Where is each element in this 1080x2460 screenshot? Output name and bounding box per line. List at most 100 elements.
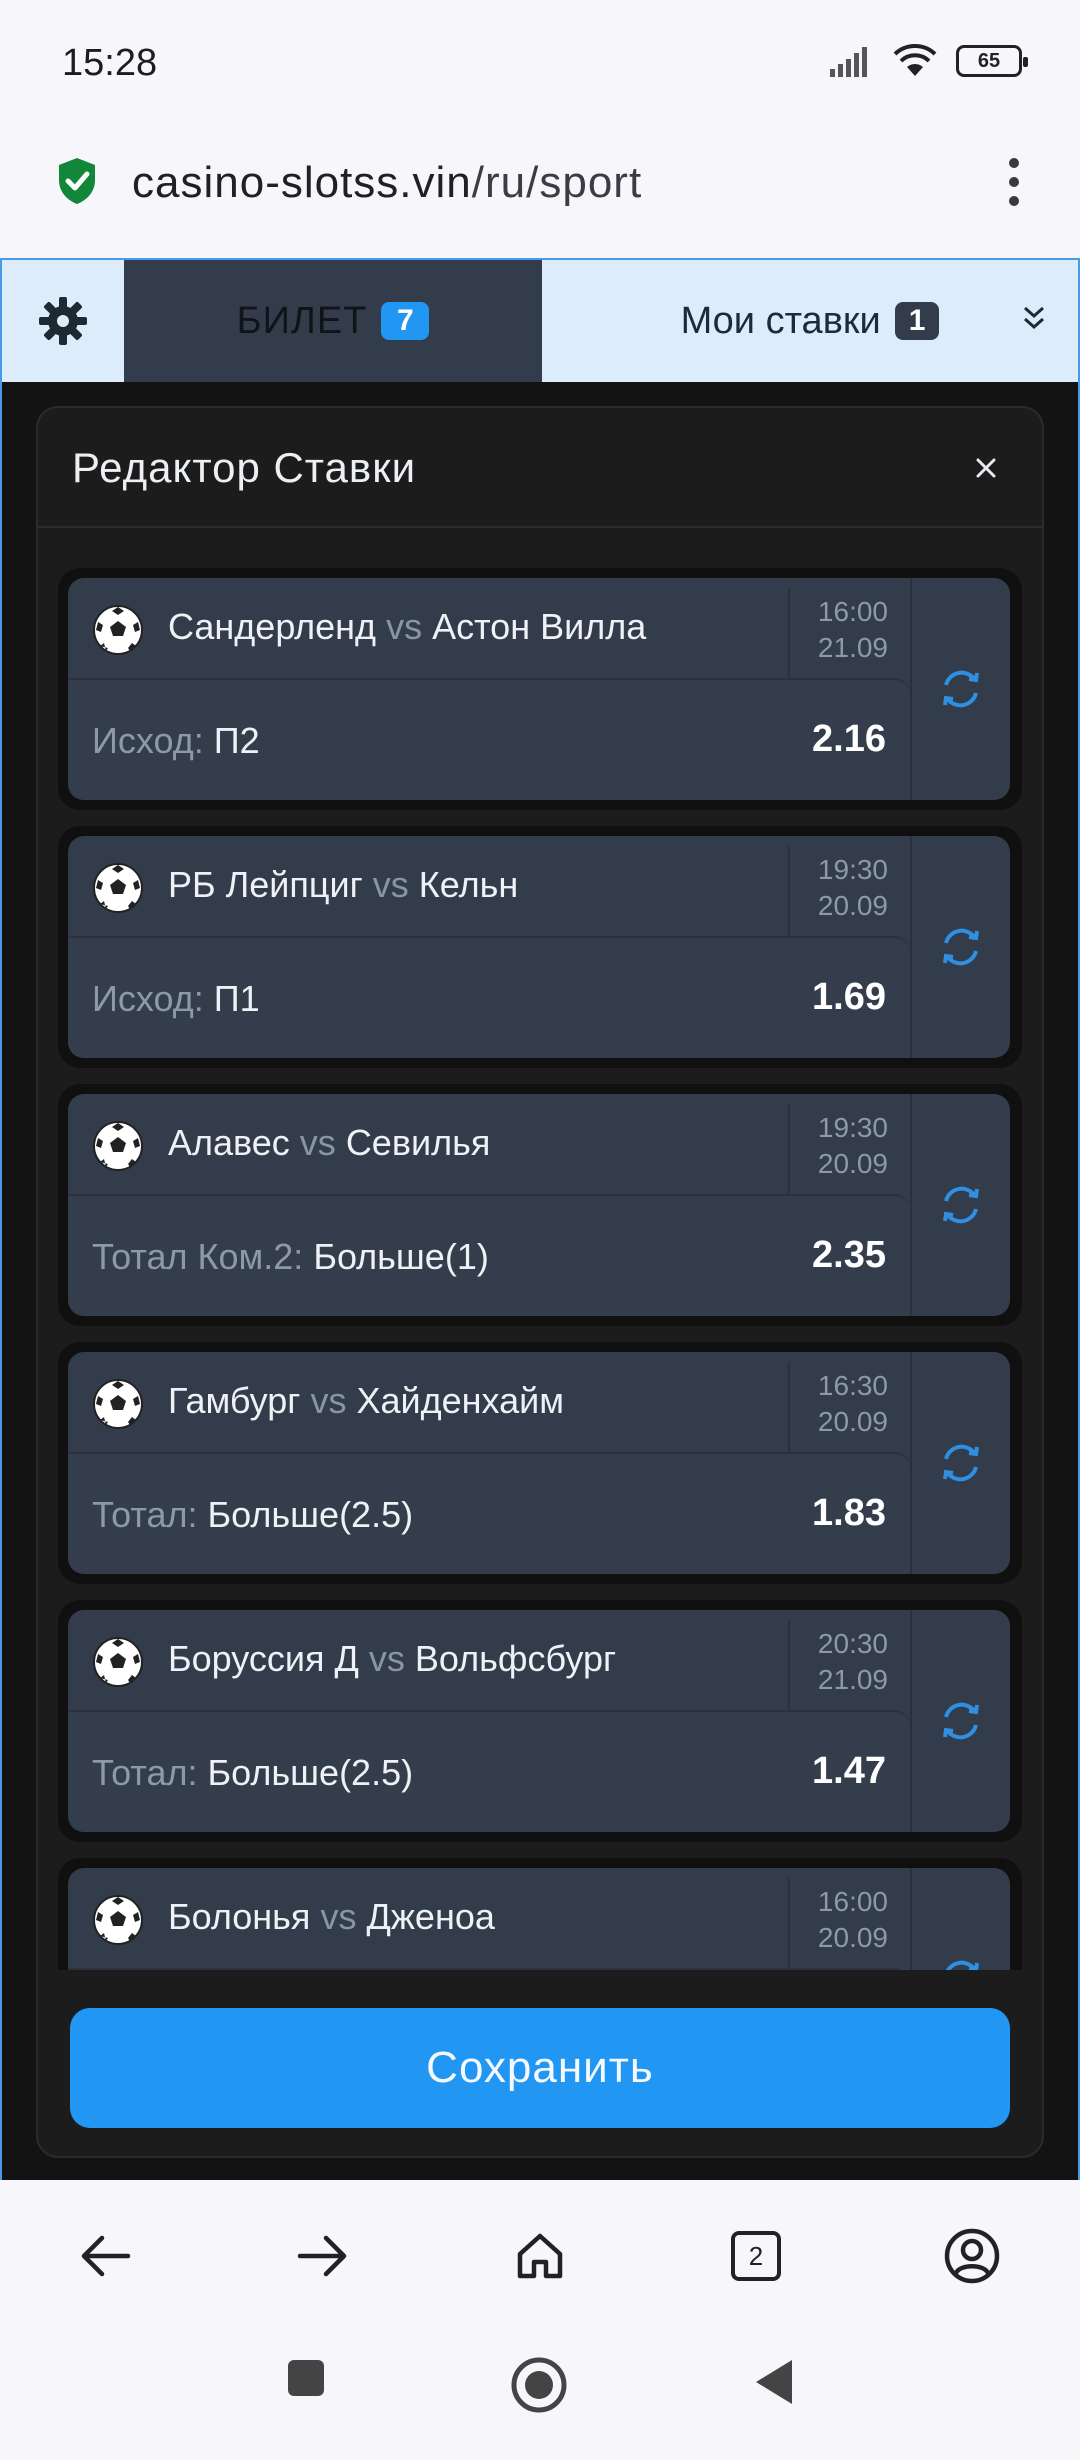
bet-card: Сандерленд vs Астон Вилла 16:00 21.09 Исх… [58,568,1022,810]
match-datetime: 19:30 20.09 [788,1104,910,1194]
settings-button[interactable] [2,260,124,382]
bet-selection-row[interactable]: Тотал: Больше(2.5) 1.83 [68,1452,910,1574]
home-button[interactable] [510,2226,570,2286]
match-teams: Алавес vs Севилья [168,1122,490,1164]
odds-value: 1.47 [812,1750,886,1792]
refresh-button[interactable] [910,836,1010,1058]
tabs-button[interactable]: 2 [726,2226,786,2286]
status-time: 15:28 [62,42,158,84]
match-time: 16:00 [817,596,888,627]
refresh-icon [943,1702,979,1740]
menu-icon[interactable] [1008,158,1020,206]
match-teams: Боруссия Д vs Вольфсбург [168,1638,616,1680]
match-time: 16:00 [817,1886,888,1917]
away-team: Кельн [418,864,519,905]
refresh-button[interactable] [910,1352,1010,1574]
home-team: Гамбург [168,1380,301,1421]
match-date: 20.09 [817,890,888,921]
vs-separator: vs [368,1638,405,1679]
bet-selection-row[interactable]: Исход: П1 1.69 [68,936,910,1058]
market: Тотал: Больше(2.5) [92,1752,413,1794]
account-icon [944,2228,1000,2284]
selection: Больше(2.5) [207,1494,414,1535]
url-path: /ru/sport [471,158,643,207]
soccer-ball-icon [93,1379,143,1429]
tab-my-bets-label: Мои ставки [680,299,881,342]
market: Тотал: Больше(2.5) [92,1494,413,1536]
bet-selection-row[interactable] [68,1968,910,1970]
refresh-button[interactable] [910,1868,1010,1970]
forward-icon [297,2235,347,2277]
match-date: 20.09 [817,1406,888,1437]
vs-separator: vs [310,1380,347,1421]
selection: П1 [213,978,260,1019]
market: Исход: П2 [92,720,260,762]
away-team: Дженоа [366,1896,495,1937]
refresh-icon [945,1960,979,1970]
ticket-count-badge: 7 [381,302,430,340]
match-time: 19:30 [817,854,888,885]
home-team: РБ Лейпциг [168,864,363,905]
close-icon[interactable] [968,450,1004,486]
double-chevron-down-icon[interactable] [1020,302,1048,334]
soccer-ball-icon [93,1637,143,1687]
match-teams: Гамбург vs Хайденхайм [168,1380,564,1422]
match-teams: РБ Лейпциг vs Кельн [168,864,518,906]
url-host: casino-slotss.vin [132,158,472,207]
away-team: Севилья [345,1122,491,1163]
battery-icon: 65 [956,45,1028,77]
market-label: Исход: [92,978,204,1019]
modal-title: Редактор Ставки [72,444,417,491]
match-date: 20.09 [817,1922,888,1953]
bet-slip-nav: БИЛЕТ 7 Мои ставки 1 [2,260,1078,382]
status-icons: 65 [828,44,1028,78]
match-date: 20.09 [817,1148,888,1179]
match-datetime: 16:00 21.09 [788,588,910,678]
home-team: Алавес [168,1122,290,1163]
tab-my-bets[interactable]: Мои ставки 1 [542,260,1078,382]
odds-value: 2.35 [812,1234,886,1276]
home-circle-icon[interactable] [510,2356,568,2414]
account-button[interactable] [942,2226,1002,2286]
signal-icon [830,47,867,77]
odds-value: 1.69 [812,976,886,1018]
match-date: 21.09 [817,632,888,663]
bet-selection-row[interactable]: Тотал Ком.2: Больше(1) 2.35 [68,1194,910,1316]
bet-list[interactable]: Сандерленд vs Астон Вилла 16:00 21.09 Исх… [58,568,1022,1970]
vs-separator: vs [320,1896,357,1937]
tab-ticket[interactable]: БИЛЕТ 7 [124,260,542,382]
refresh-button[interactable] [910,1094,1010,1316]
forward-button[interactable] [292,2226,352,2286]
market-label: Тотал: [92,1494,198,1535]
match-datetime: 16:30 20.09 [788,1362,910,1452]
vs-separator: vs [372,864,409,905]
bet-card: Болонья vs Дженоа 16:00 20.09 [58,1858,1022,1970]
refresh-icon [943,928,979,966]
url-text[interactable]: casino-slotss.vin/ru/sport [132,158,642,208]
bet-selection-row[interactable]: Тотал: Больше(2.5) 1.47 [68,1710,910,1832]
market-label: Тотал Ком.2: [92,1236,304,1277]
soccer-ball-icon [93,605,143,655]
recents-icon[interactable] [284,2356,328,2400]
back-button[interactable] [76,2226,136,2286]
bet-card: Боруссия Д vs Вольфсбург 20:30 21.09 Тота… [58,1600,1022,1842]
bet-selection-row[interactable]: Исход: П2 2.16 [68,678,910,800]
bet-card: РБ Лейпциг vs Кельн 19:30 20.09 Исход: П1… [58,826,1022,1068]
selection: Больше(2.5) [207,1752,414,1793]
my-bets-count-badge: 1 [894,302,940,340]
odds-value: 1.83 [812,1492,886,1534]
match-datetime: 16:00 20.09 [788,1878,910,1968]
bet-card: Алавес vs Севилья 19:30 20.09 Тотал Ком.2… [58,1084,1022,1326]
back-triangle-icon[interactable] [752,2356,796,2408]
home-icon [517,2233,563,2279]
home-team: Болонья [168,1896,311,1937]
betting-app: БИЛЕТ 7 Мои ставки 1 Редактор Ставки Сан… [0,258,1080,2180]
address-bar[interactable]: casino-slotss.vin/ru/sport [0,130,1080,258]
market-label: Исход: [92,720,204,761]
refresh-button[interactable] [910,578,1010,800]
back-icon [81,2235,131,2277]
bet-card: Гамбург vs Хайденхайм 16:30 20.09 Тотал: … [58,1342,1022,1584]
refresh-button[interactable] [910,1610,1010,1832]
secure-shield-icon [59,158,95,204]
save-button[interactable]: Сохранить [70,2008,1010,2128]
